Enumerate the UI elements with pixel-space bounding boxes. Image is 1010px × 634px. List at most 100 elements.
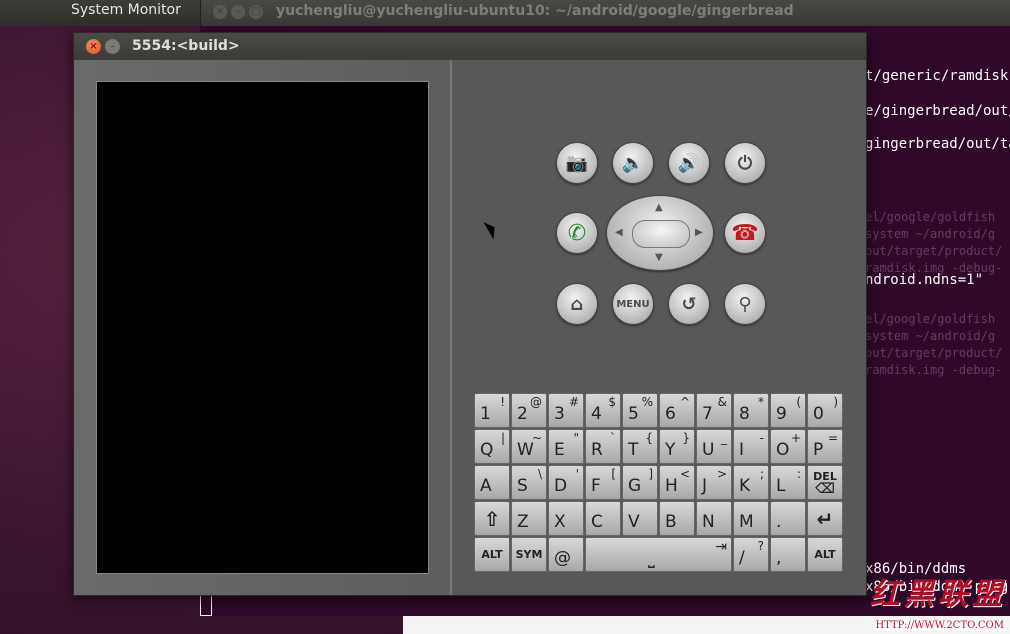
alt-right-key[interactable]: ALT	[807, 537, 843, 572]
volume-down-button[interactable]: 🔈	[612, 142, 654, 184]
dpad-center-button[interactable]	[632, 220, 690, 248]
key-j[interactable]: J >	[696, 465, 732, 500]
volume-down-icon: 🔈	[621, 152, 645, 174]
search-icon: ⚲	[738, 293, 752, 315]
key-y[interactable]: Y}	[659, 429, 695, 464]
terminal-line: ndroid.ndns=1"	[865, 272, 984, 288]
shift-key[interactable]: ⇧	[474, 501, 510, 536]
end-call-icon: ☎	[731, 220, 759, 246]
dpad-left-icon[interactable]: ◀	[615, 228, 623, 238]
key-t[interactable]: T{	[622, 429, 658, 464]
key-v[interactable]: V	[622, 501, 658, 536]
minimize-icon[interactable]: –	[105, 39, 120, 54]
key-f[interactable]: F[	[585, 465, 621, 500]
delete-key[interactable]: DEL ⌫	[807, 465, 843, 500]
key-i[interactable]: I-	[733, 429, 769, 464]
key-d[interactable]: D '	[548, 465, 584, 500]
key-6[interactable]: 6 ^	[659, 393, 695, 428]
key-1[interactable]: 1!	[474, 393, 510, 428]
key-e[interactable]: E "	[548, 429, 584, 464]
hardware-keyboard: 1! 2 @ 3 # 4 $ 5% 6 ^ 7 & 8 * 9( 0) Q | W ~ E " R…	[474, 393, 846, 573]
terminal-faded-line: el/google/goldfish	[865, 210, 996, 224]
key-2[interactable]: 2 @	[511, 393, 547, 428]
key-3[interactable]: 3 #	[548, 393, 584, 428]
space-key[interactable]: ⎵ ⇥	[585, 537, 732, 572]
key-c[interactable]: C	[585, 501, 621, 536]
terminal-line: e/gingerbread/out/	[865, 103, 1010, 119]
terminal-close-icon[interactable]: ×	[213, 5, 227, 19]
emulator-titlebar[interactable]: × – 5554:<build>	[74, 33, 866, 60]
key-5[interactable]: 5%	[622, 393, 658, 428]
key-n[interactable]: N	[696, 501, 732, 536]
keyboard-row-numbers: 1! 2 @ 3 # 4 $ 5% 6 ^ 7 & 8 * 9( 0)	[474, 393, 846, 428]
key-x[interactable]: X	[548, 501, 584, 536]
volume-up-button[interactable]: 🔊	[668, 142, 710, 184]
terminal-faded-line: out/target/product/	[865, 244, 1003, 258]
emulator-title: 5554:<build>	[132, 38, 240, 54]
sym-key[interactable]: SYM	[511, 537, 547, 572]
end-call-button[interactable]: ☎	[724, 212, 766, 254]
key-p[interactable]: P =	[807, 429, 843, 464]
watermark-logo: 红黑联盟	[870, 577, 1006, 612]
key-7[interactable]: 7 &	[696, 393, 732, 428]
watermark: 红黑联盟 HTTP://WWW.2CTO.COM	[870, 569, 1006, 632]
key-9[interactable]: 9(	[770, 393, 806, 428]
key-w[interactable]: W ~	[511, 429, 547, 464]
desktop-window-fragment	[200, 594, 212, 616]
dpad-up-icon[interactable]: ▲	[655, 203, 663, 213]
menu-label: MENU	[616, 298, 650, 310]
key-r[interactable]: R `	[585, 429, 621, 464]
dpad-right-icon[interactable]: ▶	[695, 228, 703, 238]
keyboard-row-qwerty: Q | W ~ E " R ` T{ Y} U _ I- O + P =	[474, 429, 846, 464]
key-m[interactable]: M	[733, 501, 769, 536]
key-u[interactable]: U _	[696, 429, 732, 464]
menu-button[interactable]: MENU	[612, 283, 654, 325]
key-o[interactable]: O +	[770, 429, 806, 464]
key-q[interactable]: Q |	[474, 429, 510, 464]
call-button[interactable]: ✆	[556, 212, 598, 254]
key-b[interactable]: B	[659, 501, 695, 536]
key-comma[interactable]: ,	[770, 537, 806, 572]
emulator-window[interactable]: × – 5554:<build> 📷 🔈 🔊 ⏻ ✆ ▲ ▼ ◀ ▶ ☎ ⌂ M…	[73, 32, 867, 596]
key-g[interactable]: G]	[622, 465, 658, 500]
key-k[interactable]: K;	[733, 465, 769, 500]
terminal-maximize-icon[interactable]: □	[249, 5, 263, 19]
dpad-down-icon[interactable]: ▼	[655, 253, 663, 263]
key-s[interactable]: S \	[511, 465, 547, 500]
power-button[interactable]: ⏻	[724, 142, 766, 184]
key-4[interactable]: 4 $	[585, 393, 621, 428]
dpad[interactable]: ▲ ▼ ◀ ▶	[606, 195, 714, 271]
key-a[interactable]: A	[474, 465, 510, 500]
key-h[interactable]: H <	[659, 465, 695, 500]
power-icon: ⏻	[737, 152, 753, 174]
search-button[interactable]: ⚲	[724, 283, 766, 325]
home-icon: ⌂	[570, 293, 584, 315]
terminal-faded-line: out/target/product/	[865, 346, 1003, 360]
camera-button[interactable]: 📷	[556, 142, 598, 184]
terminal-titlebar[interactable]: × – □ yuchengliu@yuchengliu-ubuntu10: ~/…	[200, 0, 1010, 26]
key-period[interactable]: .	[770, 501, 806, 536]
shift-icon: ⇧	[483, 506, 501, 531]
key-slash[interactable]: /?	[733, 537, 769, 572]
back-button[interactable]: ↺	[668, 283, 710, 325]
key-at[interactable]: @	[548, 537, 584, 572]
key-z[interactable]: Z	[511, 501, 547, 536]
camera-icon: 📷	[565, 152, 589, 174]
key-0[interactable]: 0)	[807, 393, 843, 428]
tab-icon: ⇥	[715, 539, 727, 555]
terminal-title: yuchengliu@yuchengliu-ubuntu10: ~/androi…	[276, 3, 794, 19]
device-controls: 📷 🔈 🔊 ⏻ ✆ ▲ ▼ ◀ ▶ ☎ ⌂ MENU ↺ ⚲ 1! 2 @ 3 # …	[452, 60, 866, 595]
terminal-faded-line: system ~/android/g	[865, 329, 996, 343]
device-screen[interactable]	[96, 81, 429, 574]
home-button[interactable]: ⌂	[556, 283, 598, 325]
enter-key[interactable]: ↵	[807, 501, 843, 536]
system-monitor-label[interactable]: System Monitor	[71, 0, 181, 20]
key-l[interactable]: L:	[770, 465, 806, 500]
close-icon[interactable]: ×	[86, 39, 101, 54]
terminal-minimize-icon[interactable]: –	[231, 5, 245, 19]
terminal-faded-line: ramdisk.img -debug-	[865, 363, 1003, 377]
terminal-line: t/generic/ramdisk.	[865, 68, 1010, 84]
keyboard-row-asdf: A S \ D ' F[ G] H < J > K; L: DEL ⌫	[474, 465, 846, 500]
key-8[interactable]: 8 *	[733, 393, 769, 428]
alt-left-key[interactable]: ALT	[474, 537, 510, 572]
